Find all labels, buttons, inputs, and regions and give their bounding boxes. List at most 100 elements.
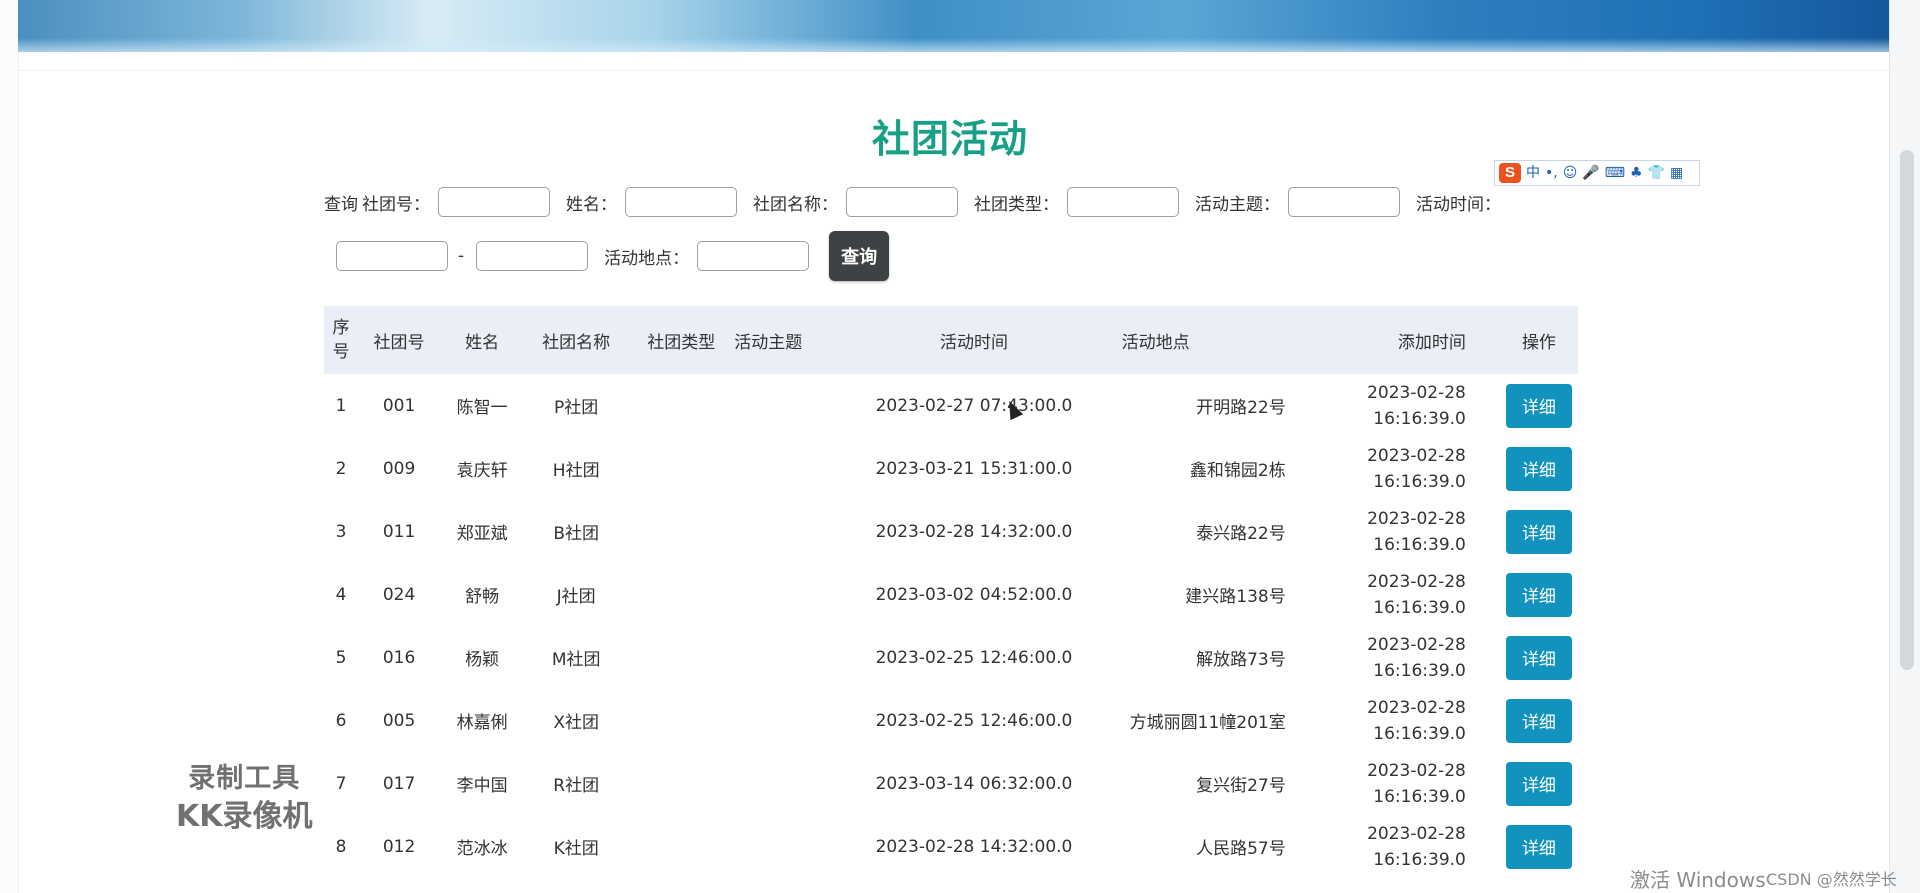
row-club-type [628, 374, 734, 437]
detail-button[interactable]: 详细 [1505, 824, 1572, 869]
row-name: 范冰冰 [456, 839, 508, 859]
emoji-icon[interactable]: ☺ [1563, 163, 1578, 183]
col-header-club-type: 社团类型 [628, 306, 735, 374]
page-title: 社团活动 [871, 117, 1028, 161]
club-name-input[interactable] [846, 187, 958, 217]
row-topic [734, 563, 826, 626]
search-form-row-2: - 活动地点： 查询 [336, 231, 890, 281]
added-date: 2023-02-28 [1367, 445, 1466, 466]
row-activity-time: 2023-02-28 14:32:00.0 [875, 521, 1073, 542]
csdn-watermark: CSDN @然然学长 [1766, 870, 1897, 889]
row-topic [734, 374, 826, 437]
activity-topic-label: 活动主题： [1195, 194, 1280, 215]
recorder-watermark: 录制工具 KK录像机 [176, 763, 313, 834]
detail-button[interactable]: 详细 [1505, 698, 1572, 743]
row-topic [734, 437, 826, 500]
keyboard-icon[interactable]: ⌨ [1605, 163, 1625, 183]
added-date: 2023-02-28 [1367, 697, 1466, 718]
query-button[interactable]: 查询 [829, 231, 890, 281]
row-activity-time: 2023-02-27 07:43:00.0 [875, 395, 1073, 416]
table-row: 4 024 舒畅 J社团 2023-03-02 04:52:00.0 建兴路138号 202… [324, 563, 1578, 626]
row-index: 7 [335, 773, 347, 794]
row-place: 方城丽圆11幢201室 [1129, 713, 1286, 733]
activity-place-label: 活动地点： [604, 248, 690, 269]
activity-table: 序号 社团号 姓名 社团名称 社团类型 活动主题 活动时间 活动地点 添加时间 … [324, 306, 1578, 878]
added-date: 2023-02-28 [1367, 382, 1466, 403]
table-header-row: 序号 社团号 姓名 社团名称 社团类型 活动主题 活动时间 活动地点 添加时间 … [324, 306, 1578, 374]
row-action: 详细 [1500, 815, 1578, 878]
row-club-no: 012 [382, 836, 416, 857]
sogou-logo-icon[interactable]: S [1499, 163, 1521, 183]
row-index: 2 [335, 458, 347, 479]
row-added-time: 2023-02-28 16:16:39.0 [1286, 563, 1500, 626]
detail-button[interactable]: 详细 [1505, 446, 1572, 491]
activity-topic-input[interactable] [1288, 187, 1400, 217]
row-topic [734, 626, 826, 689]
punctuation-icon[interactable]: •, [1545, 163, 1558, 183]
col-header-added-time: 添加时间 [1285, 306, 1500, 374]
row-index: 8 [335, 836, 347, 857]
club-type-input[interactable] [1067, 187, 1179, 217]
added-clock: 16:16:39.0 [1373, 408, 1466, 429]
col-header-action: 操作 [1499, 306, 1578, 374]
row-name: 舒畅 [465, 587, 500, 607]
activate-windows-notice: 激活 Windows [1630, 868, 1766, 892]
row-index: 4 [335, 584, 347, 605]
microphone-icon[interactable]: 🎤 [1582, 163, 1599, 183]
row-name: 李中国 [456, 776, 508, 796]
row-club-type [628, 626, 734, 689]
club-no-input[interactable] [438, 187, 550, 217]
name-input[interactable] [625, 187, 737, 217]
row-added-time: 2023-02-28 16:16:39.0 [1286, 752, 1500, 815]
row-action: 详细 [1500, 752, 1578, 815]
row-place: 解放路73号 [1196, 650, 1286, 670]
row-added-time: 2023-02-28 16:16:39.0 [1286, 374, 1500, 437]
col-header-topic: 活动主题 [734, 306, 827, 374]
row-club-name: K社团 [553, 839, 599, 859]
row-added-time: 2023-02-28 16:16:39.0 [1286, 500, 1500, 563]
time-end-input[interactable] [476, 241, 589, 271]
time-start-input[interactable] [336, 241, 448, 271]
row-place: 泰兴路22号 [1196, 524, 1286, 544]
row-club-name: J社团 [556, 587, 596, 607]
header-banner-image [18, 0, 1890, 52]
row-club-no: 024 [382, 584, 416, 605]
row-action: 详细 [1500, 689, 1578, 752]
club-name-label: 社团名称： [753, 194, 838, 215]
scrollbar-thumb[interactable] [1900, 150, 1914, 670]
row-added-time: 2023-02-28 16:16:39.0 [1286, 437, 1500, 500]
row-place: 鑫和锦园2栋 [1189, 461, 1286, 481]
col-header-club-no: 社团号 [358, 306, 441, 374]
row-topic [734, 689, 826, 752]
row-place: 人民路57号 [1196, 839, 1286, 859]
row-name: 袁庆轩 [456, 461, 508, 481]
row-index: 6 [335, 710, 347, 731]
row-club-no: 001 [382, 395, 416, 416]
col-header-index: 序号 [324, 306, 359, 374]
detail-button[interactable]: 详细 [1505, 383, 1572, 428]
row-action: 详细 [1500, 626, 1578, 689]
row-name: 陈智一 [456, 398, 508, 418]
toolbox-icon[interactable]: ♣ [1630, 163, 1643, 183]
added-clock: 16:16:39.0 [1373, 786, 1466, 807]
detail-button[interactable]: 详细 [1505, 572, 1572, 617]
row-club-no: 011 [382, 521, 416, 542]
ime-mode-toggle[interactable]: 中 [1526, 163, 1540, 183]
ime-toolbar[interactable]: S 中 •, ☺ 🎤 ⌨ ♣ 👕 ▦ [1494, 160, 1700, 186]
skin-shirt-icon[interactable]: 👕 [1648, 163, 1665, 183]
name-label: 姓名： [566, 194, 617, 215]
activity-place-input[interactable] [697, 241, 810, 271]
row-club-type [628, 752, 734, 815]
row-action: 详细 [1500, 374, 1578, 437]
detail-button[interactable]: 详细 [1505, 635, 1572, 680]
detail-button[interactable]: 详细 [1505, 509, 1572, 554]
col-header-name: 姓名 [440, 306, 525, 374]
col-header-place: 活动地点 [1121, 306, 1286, 374]
row-club-no: 009 [382, 458, 416, 479]
row-activity-time: 2023-03-14 06:32:00.0 [875, 773, 1073, 794]
col-header-club-name: 社团名称 [524, 306, 629, 374]
row-topic [734, 752, 826, 815]
detail-button[interactable]: 详细 [1505, 761, 1572, 806]
added-clock: 16:16:39.0 [1373, 534, 1466, 555]
menu-grid-icon[interactable]: ▦ [1670, 163, 1683, 183]
